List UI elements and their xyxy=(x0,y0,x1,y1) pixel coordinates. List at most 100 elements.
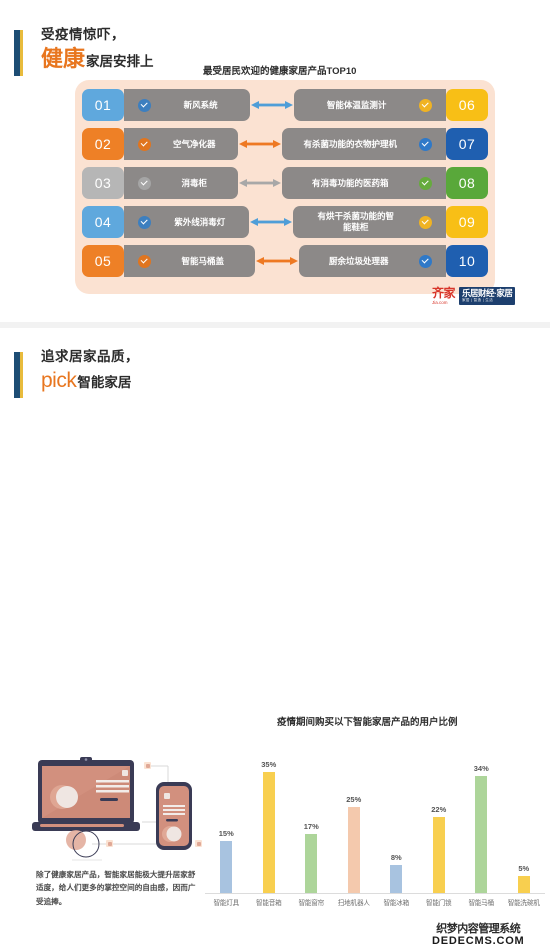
bar-rect[interactable] xyxy=(305,834,318,893)
bar-column[interactable]: 8% xyxy=(375,738,418,893)
qijia-logo: 齐家 Jia.com xyxy=(432,286,456,305)
purchase-rate-bar-chart: 15% 35% 17% 25% 8% 22% 34% 5% 智能灯具 智能音箱 智能窗帘 扫地机器人… xyxy=(205,738,545,913)
product-item-left[interactable]: 新风系统 xyxy=(124,89,251,121)
top-heading-line1: 受疫情惊吓， xyxy=(41,27,125,42)
bar-column[interactable]: 15% xyxy=(205,738,248,893)
rank-badge-02[interactable]: 02 xyxy=(82,128,124,160)
double-arrow-icon xyxy=(251,101,294,109)
rank-badge-10[interactable]: 10 xyxy=(446,245,488,277)
rank-badge-04[interactable]: 04 xyxy=(82,206,124,238)
arrow-connector xyxy=(255,245,299,277)
check-icon xyxy=(419,137,432,151)
health-home-section: 受疫情惊吓， 健康 家居安排上 最受居民欢迎的健康家居产品TOP10 01 新风… xyxy=(0,0,550,322)
bar-column[interactable]: 22% xyxy=(418,738,461,893)
bar-rect[interactable] xyxy=(432,817,445,893)
bar-category-label: 扫地机器人 xyxy=(337,900,370,907)
bar-rect[interactable] xyxy=(262,772,275,893)
product-label: 智能马桶盖 xyxy=(181,255,224,266)
double-arrow-icon xyxy=(238,140,281,148)
product-item-right[interactable]: 有烘干杀菌功能的智能鞋柜 xyxy=(292,206,447,238)
product-label: 新风系统 xyxy=(183,99,218,110)
bar-value-label: 5% xyxy=(518,863,530,873)
product-item-right[interactable]: 智能体温监测计 xyxy=(294,89,446,121)
product-label: 空气净化器 xyxy=(172,138,216,149)
bottom-heading-accent: pick xyxy=(41,368,77,392)
bar-category-label: 智能音箱 xyxy=(255,900,282,907)
product-item-right[interactable]: 厨余垃圾处理器 xyxy=(298,245,446,277)
bar-category-label: 智能冰箱 xyxy=(383,900,410,907)
arrow-connector xyxy=(250,89,294,121)
check-icon xyxy=(138,98,151,112)
bottom-heading-rest: 智能家居 xyxy=(77,374,132,390)
top10-row: 05 智能马桶盖 厨余垃圾处理器 10 xyxy=(75,245,495,277)
bar-rect[interactable] xyxy=(517,875,530,893)
heading-bar-gold xyxy=(20,30,23,76)
product-label: 紫外线消毒灯 xyxy=(174,216,226,227)
bar-value-label: 8% xyxy=(390,853,402,863)
top10-row: 03 消毒柜 有消毒功能的医药箱 08 xyxy=(75,167,495,199)
rank-badge-08[interactable]: 08 xyxy=(446,167,488,199)
check-icon xyxy=(138,215,151,229)
leju-badge-title: 乐居财经·家居 xyxy=(462,288,513,299)
rank-badge-06[interactable]: 06 xyxy=(446,89,488,121)
bar-chart-title: 疫情期间购买以下智能家居产品的用户比例 xyxy=(277,717,458,728)
leju-logo-badge: 乐居财经·家居 家居 | 智造 | 生活 xyxy=(459,287,516,305)
x-axis-tick-labels: 智能灯具 智能音箱 智能窗帘 扫地机器人 智能冰箱 智能门锁 智能马桶 智能洗碗机 xyxy=(205,897,545,907)
top10-row: 02 空气净化器 有杀菌功能的衣物护理机 07 xyxy=(75,128,495,160)
bar-column[interactable]: 5% xyxy=(503,738,546,893)
bar-rect[interactable] xyxy=(347,806,360,893)
product-item-right[interactable]: 有杀菌功能的衣物护理机 xyxy=(281,128,446,160)
rank-badge-07[interactable]: 07 xyxy=(446,128,488,160)
check-icon xyxy=(138,254,151,268)
check-icon xyxy=(138,137,151,151)
bar-category-label: 智能灯具 xyxy=(213,900,240,907)
arrow-connector xyxy=(249,206,293,238)
qijia-brand-name: 齐家 xyxy=(432,286,456,300)
bar-value-label: 22% xyxy=(431,805,447,815)
bar-category-label: 智能门锁 xyxy=(425,900,452,907)
bar-rect[interactable] xyxy=(390,865,403,893)
leju-badge-subtitle: 家居 | 智造 | 生活 xyxy=(462,298,494,303)
product-label: 智能体温监测计 xyxy=(326,99,387,110)
watermark-cn: 织梦内容管理系统 xyxy=(436,923,521,935)
product-label: 有烘干杀菌功能的智能鞋柜 xyxy=(317,211,395,232)
qijia-brand-domain: Jia.com xyxy=(432,300,448,305)
bar-rect[interactable] xyxy=(475,775,488,893)
bar-column[interactable]: 34% xyxy=(460,738,503,893)
check-icon xyxy=(138,176,151,190)
bar-value-label: 15% xyxy=(218,829,234,839)
bar-column[interactable]: 25% xyxy=(333,738,376,893)
watermark: 织梦内容管理系统 DEDECMS.COM xyxy=(432,924,525,947)
top-heading-accent: 健康 xyxy=(41,45,86,71)
bar-column[interactable]: 17% xyxy=(290,738,333,893)
double-arrow-icon xyxy=(238,179,281,187)
product-item-left[interactable]: 智能马桶盖 xyxy=(124,245,255,277)
bar-category-label: 智能窗帘 xyxy=(298,900,325,907)
rank-badge-01[interactable]: 01 xyxy=(82,89,124,121)
bar-category-label: 智能马桶 xyxy=(468,900,495,907)
check-icon xyxy=(419,215,433,229)
bar-value-label: 17% xyxy=(303,822,319,832)
brand-logo: 齐家 Jia.com 乐居财经·家居 家居 | 智造 | 生活 xyxy=(432,286,516,305)
bottom-section-heading: 追求居家品质， pick 智能家居 xyxy=(14,350,139,398)
product-item-left[interactable]: 紫外线消毒灯 xyxy=(124,206,249,238)
product-item-left[interactable]: 消毒柜 xyxy=(124,167,238,199)
double-arrow-icon xyxy=(255,257,298,265)
heading-accent-bar xyxy=(14,352,23,398)
check-icon xyxy=(419,98,432,112)
rank-badge-09[interactable]: 09 xyxy=(446,206,489,238)
product-item-right[interactable]: 有消毒功能的医药箱 xyxy=(281,167,446,199)
bar-rect[interactable] xyxy=(220,841,233,893)
product-label: 有杀菌功能的衣物护理机 xyxy=(303,138,397,149)
top10-chart-title: 最受居民欢迎的健康家居产品TOP10 xyxy=(203,66,357,77)
bar-column[interactable]: 35% xyxy=(248,738,291,893)
product-label: 厨余垃圾处理器 xyxy=(328,255,389,266)
rank-badge-05[interactable]: 05 xyxy=(82,245,124,277)
product-label: 消毒柜 xyxy=(181,177,207,188)
bar-value-label: 35% xyxy=(261,760,277,770)
product-item-left[interactable]: 空气净化器 xyxy=(124,128,238,160)
bar-category-label: 智能洗碗机 xyxy=(507,900,540,907)
laptop-and-phone-illustration xyxy=(32,757,202,861)
heading-accent-bar xyxy=(14,30,23,76)
rank-badge-03[interactable]: 03 xyxy=(82,167,124,199)
